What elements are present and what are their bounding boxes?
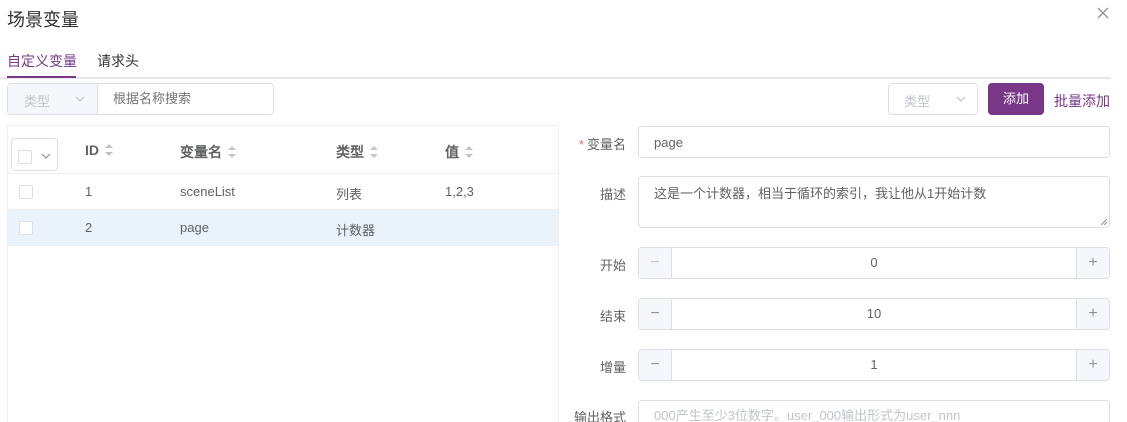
sort-icon[interactable] <box>104 143 114 157</box>
end-decrement-button[interactable]: − <box>639 299 672 329</box>
type-select-placeholder: 类型 <box>904 94 931 109</box>
filter-search-combo: 类型 <box>7 83 274 115</box>
variables-table: ID 变量名 类型 值 1 sceneList 列表 1,2,3 2 page … <box>7 125 559 422</box>
close-icon[interactable] <box>1094 4 1112 22</box>
tab-custom-variables[interactable]: 自定义变量 <box>7 51 77 77</box>
column-header-id[interactable]: ID <box>85 142 114 158</box>
table-row[interactable]: 2 page 计数器 <box>8 210 558 246</box>
cell-name: sceneList <box>180 184 235 199</box>
sort-icon[interactable] <box>369 145 379 159</box>
increment-label: 增量 <box>599 360 626 375</box>
start-label: 开始 <box>599 258 626 273</box>
column-header-label: 变量名 <box>180 144 222 160</box>
select-all-dropdown[interactable] <box>11 138 58 171</box>
output-format-label: 输出格式 <box>573 410 626 422</box>
output-format-input[interactable]: 000产生至少3位数字。user_000输出形式为user_nnn <box>638 400 1110 422</box>
start-value[interactable]: 0 <box>673 248 1075 278</box>
variable-name-label: * 变量名 <box>556 134 626 153</box>
search-input[interactable] <box>113 91 263 106</box>
column-header-label: ID <box>85 142 99 158</box>
sort-icon[interactable] <box>464 145 474 159</box>
cell-id: 1 <box>85 184 93 199</box>
column-header-name[interactable]: 变量名 <box>180 142 237 162</box>
increment-decrement-button[interactable]: − <box>639 350 672 380</box>
column-header-type[interactable]: 类型 <box>336 142 379 162</box>
batch-add-link[interactable]: 批量添加 <box>1054 91 1110 111</box>
variable-name-label-text: 变量名 <box>586 137 626 152</box>
start-increment-button[interactable]: + <box>1076 248 1109 278</box>
sort-icon[interactable] <box>227 145 237 159</box>
variable-name-input[interactable] <box>638 126 1110 158</box>
tab-request-headers[interactable]: 请求头 <box>97 51 139 77</box>
table-header: ID 变量名 类型 值 <box>8 126 558 174</box>
column-header-value[interactable]: 值 <box>445 142 474 162</box>
increment-stepper: − 1 + <box>638 349 1110 381</box>
end-label: 结束 <box>599 309 626 324</box>
cell-id: 2 <box>85 220 93 235</box>
add-button[interactable]: 添加 <box>988 83 1044 115</box>
dialog-title: 场景变量 <box>7 10 79 30</box>
chevron-down-icon <box>40 150 52 162</box>
column-header-label: 值 <box>445 144 459 160</box>
row-checkbox[interactable] <box>19 185 33 199</box>
increment-increment-button[interactable]: + <box>1076 350 1109 380</box>
type-filter-select[interactable]: 类型 <box>8 84 98 114</box>
description-textarea[interactable]: 这是一个计数器，相当于循环的索引，我让他从1开始计数 <box>638 176 1110 228</box>
start-decrement-button[interactable]: − <box>639 248 672 278</box>
table-row[interactable]: 1 sceneList 列表 1,2,3 <box>8 174 558 210</box>
start-stepper: − 0 + <box>638 247 1110 279</box>
row-checkbox[interactable] <box>19 221 33 235</box>
increment-value[interactable]: 1 <box>673 350 1075 380</box>
end-stepper: − 10 + <box>638 298 1110 330</box>
end-value[interactable]: 10 <box>673 299 1075 329</box>
select-all-checkbox[interactable] <box>18 150 32 164</box>
resize-handle-icon[interactable] <box>1100 218 1108 226</box>
type-select[interactable]: 类型 <box>888 83 978 115</box>
tab-active-indicator <box>7 76 76 78</box>
cell-type: 计数器 <box>336 223 376 238</box>
required-mark: * <box>578 137 584 152</box>
chevron-down-icon <box>74 93 86 105</box>
cell-type: 列表 <box>336 187 363 202</box>
chevron-down-icon <box>955 93 967 105</box>
column-header-label: 类型 <box>336 144 364 160</box>
tab-bar: 自定义变量 请求头 <box>0 48 1111 79</box>
cell-name: page <box>180 220 209 235</box>
type-filter-placeholder: 类型 <box>24 94 51 109</box>
cell-value: 1,2,3 <box>445 184 474 199</box>
description-label: 描述 <box>599 187 626 202</box>
end-increment-button[interactable]: + <box>1076 299 1109 329</box>
